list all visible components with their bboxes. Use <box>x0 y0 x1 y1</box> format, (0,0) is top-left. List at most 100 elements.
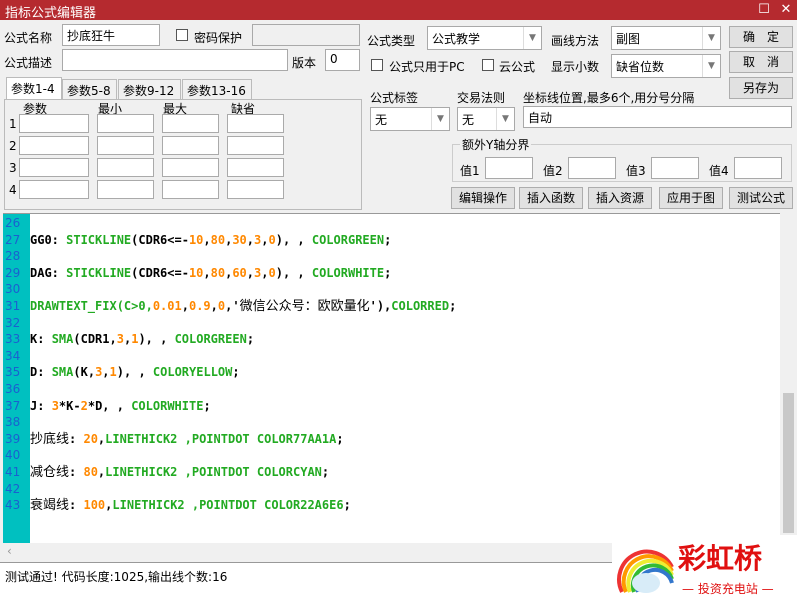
chevron-down-icon: ▼ <box>496 108 514 130</box>
rule-select[interactable]: 无 ▼ <box>457 107 515 131</box>
password-checkbox[interactable] <box>176 29 188 41</box>
tab-params-9-12[interactable]: 参数9-12 <box>118 79 181 99</box>
code-token: 10 <box>188 265 204 280</box>
ok-button[interactable]: 确 定 <box>729 26 793 48</box>
param-input[interactable] <box>19 114 89 133</box>
scroll-left-icon[interactable]: ‹ <box>7 544 12 558</box>
param-input[interactable] <box>97 180 154 199</box>
version-input[interactable]: 0 <box>325 49 360 71</box>
code-token: ; <box>246 332 255 347</box>
code-token: COLORGREEN <box>174 332 247 347</box>
param-input[interactable] <box>162 136 219 155</box>
test-formula-button[interactable]: 测试公式 <box>729 187 793 209</box>
name-input[interactable]: 抄底狂牛 <box>62 24 160 46</box>
code-token: 0 <box>268 232 276 247</box>
param-input[interactable] <box>227 136 284 155</box>
pc-only-checkbox[interactable] <box>371 59 383 71</box>
code-token: 10 <box>188 232 204 247</box>
code-token: 2 <box>80 398 88 413</box>
chevron-down-icon: ▼ <box>702 55 720 77</box>
code-token: LINETHICK2 ,POINTDOT COLORCYAN <box>105 465 322 479</box>
code-token: ; <box>384 265 392 280</box>
param-input[interactable] <box>19 158 89 177</box>
save-as-button[interactable]: 另存为 <box>729 77 793 99</box>
code-token: , <box>203 265 211 280</box>
param-input[interactable] <box>162 114 219 133</box>
y-value-label: 值2 <box>543 164 563 178</box>
code-editor[interactable]: 26 27 GG0: STICKLINE(CDR6<=-10,80,30,3,0),… <box>3 213 780 544</box>
param-input[interactable] <box>162 180 219 199</box>
y-value-input[interactable] <box>651 157 699 179</box>
axis-input[interactable]: 自动 <box>523 106 792 128</box>
insert-function-button[interactable]: 插入函数 <box>519 187 583 209</box>
param-input[interactable] <box>227 180 284 199</box>
apply-to-chart-button[interactable]: 应用于图 <box>659 187 723 209</box>
param-input[interactable] <box>227 114 284 133</box>
decimals-select[interactable]: 缺省位数 ▼ <box>611 54 721 78</box>
extra-y-label: 额外Y轴分界 <box>460 136 532 153</box>
code-line: K: SMA(CDR1,3,1), , COLORGREEN; <box>30 331 254 348</box>
param-input[interactable] <box>227 158 284 177</box>
code-token: ; <box>232 365 240 380</box>
y-value-label: 值1 <box>460 164 480 178</box>
code-token: , <box>203 232 211 247</box>
slogan: 投资充电站 <box>697 582 758 596</box>
code-token: COLORRED <box>391 299 450 313</box>
code-token: (K, <box>73 365 96 380</box>
code-token: (CDR6<=- <box>131 232 189 247</box>
code-token: (CDR1, <box>73 332 117 347</box>
scroll-thumb[interactable] <box>783 393 794 533</box>
maximize-button[interactable]: ☐ <box>753 0 775 20</box>
draw-label: 画线方法 <box>551 34 600 48</box>
y-value-input[interactable] <box>734 157 782 179</box>
param-input[interactable] <box>97 158 154 177</box>
line-number: 38 <box>5 415 21 430</box>
chevron-down-icon: ▼ <box>702 27 720 49</box>
desc-input[interactable] <box>62 49 288 71</box>
code-token: 0.01 <box>152 299 182 313</box>
tab-params-5-8[interactable]: 参数5-8 <box>62 79 117 99</box>
line-number: 28 <box>5 249 21 264</box>
close-button[interactable]: ✕ <box>775 0 797 20</box>
line-number: 34 <box>5 348 21 363</box>
tag-select[interactable]: 无 ▼ <box>370 107 450 131</box>
param-input[interactable] <box>97 114 154 133</box>
param-input[interactable] <box>162 158 219 177</box>
code-line: DAG: STICKLINE(CDR6<=-10,80,60,3,0), , C… <box>30 265 391 282</box>
code-line: D: SMA(K,3,1), , COLORYELLOW; <box>30 364 240 381</box>
code-token: *D, , <box>87 398 132 413</box>
cloud-checkbox[interactable] <box>482 59 494 71</box>
line-number: 31 <box>5 299 21 313</box>
password-input[interactable] <box>252 24 360 46</box>
type-select[interactable]: 公式教学 ▼ <box>427 26 542 50</box>
tab-params-13-16[interactable]: 参数13-16 <box>182 79 252 99</box>
code-token: 80 <box>210 265 226 280</box>
param-input[interactable] <box>19 180 89 199</box>
edit-ops-button[interactable]: 编辑操作 <box>451 187 515 209</box>
title-bar: 指标公式编辑器 <box>0 0 797 21</box>
param-input[interactable] <box>97 136 154 155</box>
param-row-number: 2 <box>9 139 17 153</box>
line-number: 39 <box>5 431 21 446</box>
draw-select[interactable]: 副图 ▼ <box>611 26 721 50</box>
param-input[interactable] <box>19 136 89 155</box>
vertical-scrollbar[interactable] <box>780 213 797 560</box>
code-token: (CDR6<=- <box>131 265 189 280</box>
insert-resource-button[interactable]: 插入资源 <box>588 187 652 209</box>
chevron-down-icon: ▼ <box>431 108 449 130</box>
y-value-input[interactable] <box>485 157 533 179</box>
tab-params-1-4[interactable]: 参数1-4 <box>6 77 62 99</box>
password-label: 密码保护 <box>194 31 243 45</box>
code-token: ), , <box>275 232 312 247</box>
line-number: 43 <box>5 498 21 513</box>
y-value-input[interactable] <box>568 157 616 179</box>
code-token: 1 <box>109 365 117 380</box>
code-token: 减仓线 <box>30 465 70 480</box>
tag-label: 公式标签 <box>370 91 419 105</box>
draw-value: 副图 <box>616 32 641 46</box>
code-token: COLORWHITE <box>311 265 385 280</box>
code-token: : <box>69 431 84 446</box>
code-token: 100 <box>83 498 106 513</box>
type-label: 公式类型 <box>367 34 416 48</box>
cancel-button[interactable]: 取 消 <box>729 51 793 73</box>
